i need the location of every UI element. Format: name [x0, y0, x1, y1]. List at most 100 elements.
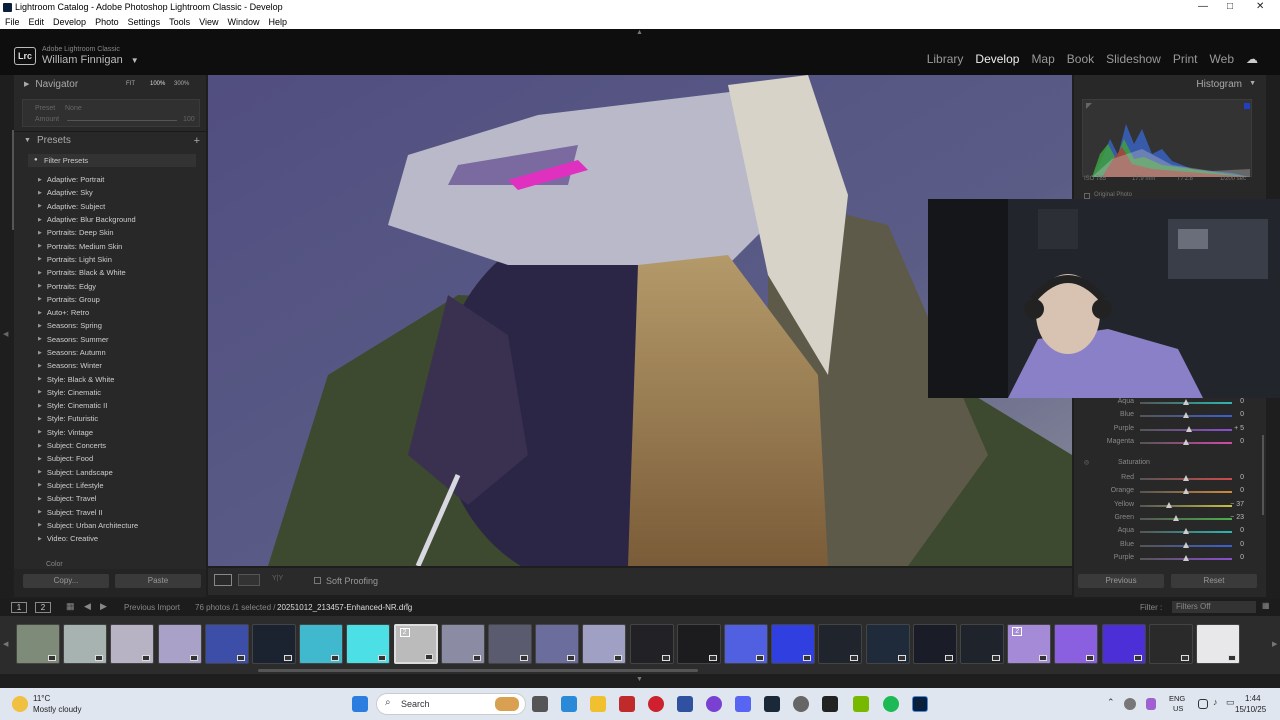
thumbnail[interactable]: [582, 624, 627, 664]
discord-icon[interactable]: [735, 696, 751, 712]
file-explorer-icon[interactable]: [590, 696, 606, 712]
preset-group-item[interactable]: ▶ Portraits: Group: [14, 293, 206, 306]
thumbnail[interactable]: [535, 624, 580, 664]
thumbnail[interactable]: [63, 624, 108, 664]
thumbnail[interactable]: [1101, 624, 1146, 664]
thumbnail[interactable]: [818, 624, 863, 664]
back-arrow-icon[interactable]: ◀: [84, 601, 91, 612]
calendar-app-icon[interactable]: [619, 696, 635, 712]
language-region[interactable]: US: [1173, 704, 1183, 713]
slider-knob-icon[interactable]: [1183, 438, 1189, 445]
taskbar-search[interactable]: ⌕ Search: [376, 693, 526, 715]
volume-icon[interactable]: ♪: [1213, 697, 1218, 707]
left-panel-toggle-icon[interactable]: ◀: [3, 330, 8, 338]
thumbnail[interactable]: [204, 624, 249, 664]
module-print[interactable]: Print: [1173, 52, 1198, 66]
thumbnail[interactable]: [16, 624, 60, 664]
steam-icon[interactable]: [764, 696, 780, 712]
hsl-slider-row[interactable]: Yellow − 37: [1084, 499, 1254, 512]
network-icon[interactable]: [1198, 699, 1208, 709]
preset-group-item[interactable]: ▶ Portraits: Edgy: [14, 279, 206, 292]
slider-knob-icon[interactable]: [1185, 425, 1192, 432]
clock-date[interactable]: 15/10/25: [1235, 705, 1266, 714]
hsl-slider-track[interactable]: [1140, 517, 1232, 520]
minimize-button[interactable]: —: [1198, 1, 1208, 12]
spotify-icon[interactable]: [883, 696, 899, 712]
preset-group-item[interactable]: ▶ Seasons: Winter: [14, 359, 206, 372]
preset-group-item[interactable]: ▶ Portraits: Medium Skin: [14, 239, 206, 252]
hsl-slider-value[interactable]: 0: [1240, 474, 1244, 481]
collapse-top-icon[interactable]: ▲: [636, 29, 643, 36]
logitech-icon[interactable]: [822, 696, 838, 712]
hsl-slider-row[interactable]: Magenta 0: [1084, 436, 1254, 449]
hsl-slider-row[interactable]: Blue 0: [1084, 539, 1254, 552]
preset-group-item[interactable]: ▶ Seasons: Autumn: [14, 346, 206, 359]
thumbnail[interactable]: [676, 624, 721, 664]
app-icon-purple[interactable]: [706, 696, 722, 712]
hsl-slider-row[interactable]: Orange 0: [1084, 485, 1254, 498]
hsl-slider-row[interactable]: Green − 23: [1084, 512, 1254, 525]
hsl-slider-value[interactable]: 0: [1240, 398, 1244, 405]
collapse-bottom-icon[interactable]: ▼: [636, 676, 643, 683]
menu-window[interactable]: Window: [228, 17, 260, 27]
menu-file[interactable]: File: [5, 17, 20, 27]
thumbnail[interactable]: [960, 624, 1004, 664]
loupe-view-icon[interactable]: [214, 574, 232, 586]
preset-group-item[interactable]: ▶ Seasons: Spring: [14, 319, 206, 332]
filter-lock-icon[interactable]: ▦: [1262, 601, 1270, 610]
preset-group-item[interactable]: ▶ Video: Creative: [14, 532, 206, 545]
slider-knob-icon[interactable]: [1183, 488, 1189, 495]
preset-group-item[interactable]: ▶ Seasons: Summer: [14, 333, 206, 346]
battery-icon[interactable]: ▭: [1226, 697, 1235, 708]
preset-group-item[interactable]: ▶ Subject: Urban Architecture: [14, 519, 206, 532]
highlight-clip-icon[interactable]: [1244, 103, 1250, 109]
preset-group-item[interactable]: ▶ Adaptive: Sky: [14, 186, 206, 199]
thumbnail[interactable]: [110, 624, 155, 664]
slider-knob-icon[interactable]: [1172, 514, 1179, 521]
reset-button[interactable]: Reset: [1171, 574, 1257, 588]
windows-start-icon[interactable]: [352, 696, 368, 712]
preset-group-item[interactable]: ▶ Style: Futuristic: [14, 412, 206, 425]
slider-knob-icon[interactable]: [1166, 501, 1173, 508]
zoom-300[interactable]: 300%: [174, 81, 189, 87]
settings-icon[interactable]: [793, 696, 809, 712]
thumbnail[interactable]: [1148, 624, 1193, 664]
preset-group-item[interactable]: ▶ Subject: Lifestyle: [14, 479, 206, 492]
navigator-header[interactable]: ▶ Navigator FIT 100% 300%: [14, 75, 206, 93]
preset-group-item[interactable]: ▶ Subject: Concerts: [14, 439, 206, 452]
preset-group-item[interactable]: ▶ Subject: Travel: [14, 492, 206, 505]
close-button[interactable]: ✕: [1256, 1, 1264, 12]
menu-tools[interactable]: Tools: [169, 17, 190, 27]
clock-time[interactable]: 1:44: [1245, 694, 1261, 703]
module-library[interactable]: Library: [927, 52, 964, 66]
filename-dropdown-icon[interactable]: ▼: [404, 603, 410, 609]
task-view-icon[interactable]: [532, 696, 548, 712]
hsl-slider-value[interactable]: 0: [1240, 411, 1244, 418]
menu-edit[interactable]: Edit: [29, 17, 45, 27]
slider-knob-icon[interactable]: [1183, 554, 1189, 561]
lightroom-taskbar-icon[interactable]: [912, 696, 928, 712]
thumbnail[interactable]: [488, 624, 532, 664]
preset-group-item[interactable]: ▶ Style: Vintage: [14, 426, 206, 439]
hsl-slider-value[interactable]: 0: [1240, 541, 1244, 548]
preset-group-item[interactable]: ▶ Adaptive: Portrait: [14, 173, 206, 186]
widgets-icon[interactable]: [561, 696, 577, 712]
slider-knob-icon[interactable]: [1183, 475, 1189, 481]
thumbnail[interactable]: [346, 624, 391, 664]
menu-view[interactable]: View: [199, 17, 218, 27]
cloud-icon[interactable]: ☁: [1246, 52, 1258, 66]
thumbnail[interactable]: [299, 624, 344, 664]
preset-group-item[interactable]: ▶ Auto+: Retro: [14, 306, 206, 319]
weather-icon[interactable]: [12, 696, 28, 712]
copy-button[interactable]: Copy...: [23, 574, 109, 588]
thumbnail[interactable]: [629, 624, 674, 664]
histogram-collapse-icon[interactable]: ▼: [1249, 80, 1256, 87]
preset-group-item[interactable]: ▶ Portraits: Deep Skin: [14, 226, 206, 239]
preset-group-item[interactable]: ▶ Adaptive: Subject: [14, 200, 206, 213]
preset-group-item[interactable]: ▶ Subject: Food: [14, 452, 206, 465]
hsl-slider-value[interactable]: 0: [1240, 554, 1244, 561]
target-adjust-icon[interactable]: ◎: [1084, 459, 1089, 466]
slider-knob-icon[interactable]: [1183, 412, 1189, 419]
opera-icon[interactable]: [648, 696, 664, 712]
hsl-slider-value[interactable]: − 37: [1230, 501, 1244, 508]
